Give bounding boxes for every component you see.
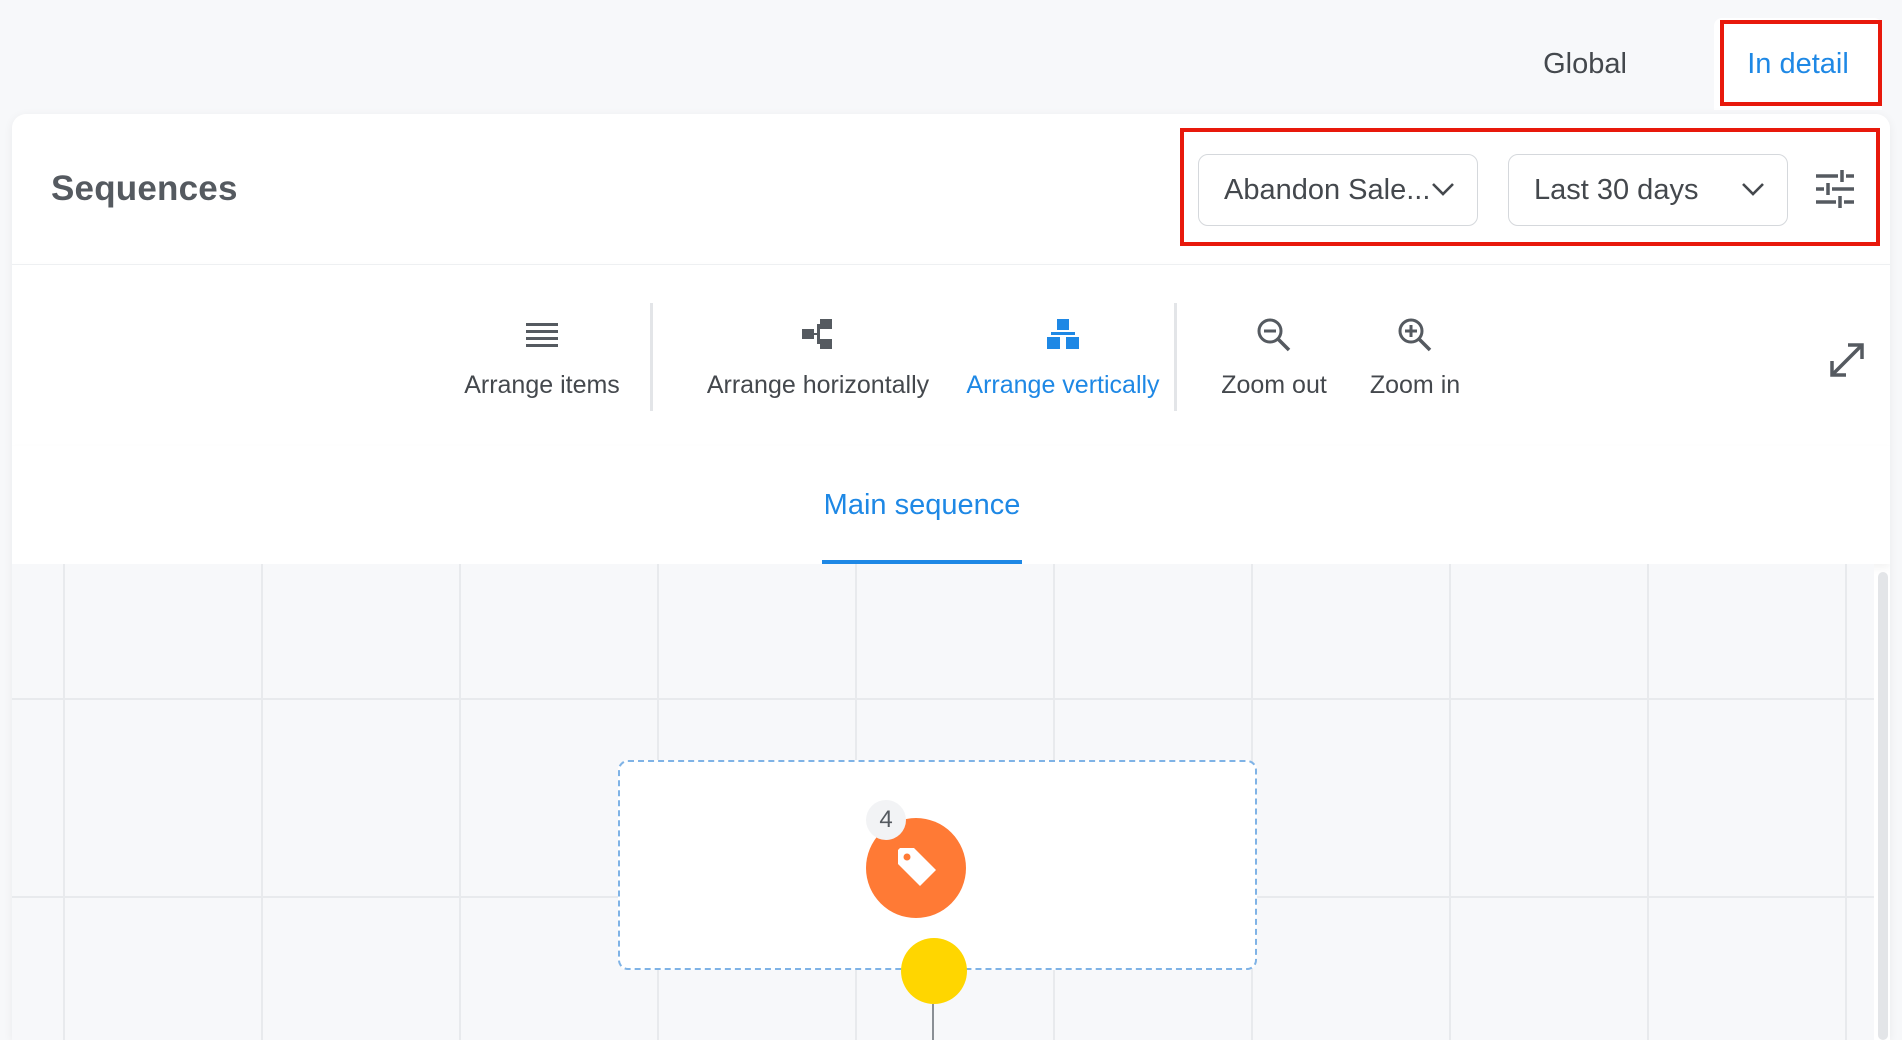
date-range-select-value: Last 30 days: [1534, 174, 1699, 206]
arrange-items-label: Arrange items: [464, 371, 620, 399]
toolbar-divider: [1174, 303, 1177, 411]
zoom-out-label: Zoom out: [1221, 371, 1327, 399]
tab-main-sequence-label: Main sequence: [823, 489, 1021, 521]
list-icon: [526, 323, 558, 347]
tab-global[interactable]: Global: [1520, 18, 1650, 110]
expand-icon[interactable]: [1824, 337, 1870, 383]
arrange-horizontally-label: Arrange horizontally: [706, 371, 930, 399]
tab-in-detail[interactable]: In detail: [1714, 18, 1882, 110]
node-count-badge: 4: [866, 800, 906, 840]
chevron-down-icon: [1742, 183, 1764, 196]
tab-main-sequence[interactable]: Main sequence: [822, 446, 1022, 564]
card-header: Sequences Abandon Sale... Last 30 days: [12, 114, 1890, 264]
hierarchy-horizontal-icon: [802, 319, 832, 349]
sequence-select-value: Abandon Sale...: [1224, 174, 1431, 206]
sequences-card: Sequences Abandon Sale... Last 30 days A…: [12, 114, 1890, 1040]
date-range-select[interactable]: Last 30 days: [1508, 154, 1788, 226]
zoom-out-icon: [1257, 318, 1291, 352]
scrollbar[interactable]: [1878, 572, 1888, 1040]
zoom-in-button[interactable]: Zoom in: [1348, 265, 1482, 447]
yellow-node[interactable]: [901, 938, 967, 1004]
arrange-vertically-button[interactable]: Arrange vertically: [942, 265, 1184, 447]
zoom-out-button[interactable]: Zoom out: [1207, 265, 1341, 447]
connector-line: [932, 1004, 934, 1040]
zoom-in-label: Zoom in: [1369, 371, 1461, 399]
tag-icon: [898, 848, 936, 886]
sequence-tabs: Main sequence: [12, 446, 1890, 564]
page-title: Sequences: [51, 169, 238, 208]
toolbar-divider: [650, 303, 653, 411]
sequence-select[interactable]: Abandon Sale...: [1198, 154, 1478, 226]
arrange-horizontally-button[interactable]: Arrange horizontally: [684, 265, 952, 447]
arrange-items-button[interactable]: Arrange items: [452, 265, 632, 447]
sequence-canvas[interactable]: 4: [12, 564, 1874, 1040]
zoom-in-icon: [1398, 318, 1432, 352]
chevron-down-icon: [1432, 183, 1454, 196]
toolbar: Arrange items Arrange horizontally Arran…: [12, 264, 1890, 446]
arrange-vertically-label: Arrange vertically: [966, 371, 1160, 399]
filter-sliders-icon[interactable]: [1814, 168, 1856, 210]
hierarchy-vertical-icon: [1047, 319, 1079, 349]
